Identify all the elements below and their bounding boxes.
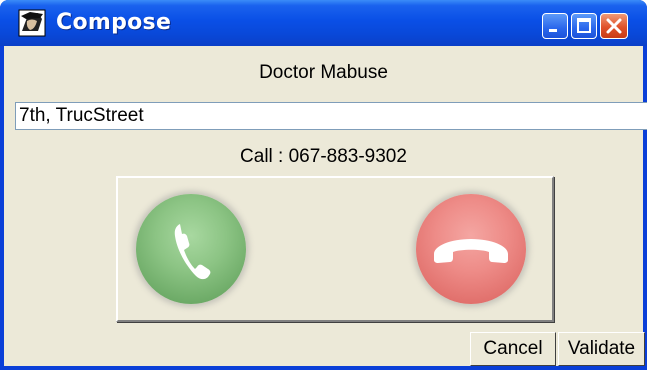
compose-client-area: Doctor Mabuse Call : 067-883-9302 Cancel…	[4, 46, 647, 366]
minimize-icon	[549, 29, 557, 32]
close-button[interactable]	[600, 13, 628, 39]
phone-hangup-icon	[434, 239, 508, 263]
call-button-panel	[116, 176, 554, 322]
contact-name: Doctor Mabuse	[259, 62, 388, 83]
user-face-icon	[18, 9, 46, 37]
maximize-button[interactable]	[571, 13, 597, 39]
address-field[interactable]	[15, 102, 647, 130]
minimize-button[interactable]	[542, 13, 568, 39]
validate-button[interactable]: Validate	[558, 332, 645, 366]
compose-window: Compose Doctor Mabuse Call : 067-883-930…	[0, 0, 647, 370]
window-title: Compose	[56, 10, 172, 35]
close-icon	[606, 18, 622, 34]
cancel-button[interactable]: Cancel	[470, 332, 556, 366]
call-number-label: Call : 067-883-9302	[240, 146, 407, 167]
maximize-icon	[577, 18, 591, 33]
hangup-call-button[interactable]	[416, 194, 526, 304]
title-bar[interactable]: Compose	[0, 0, 647, 46]
accept-call-button[interactable]	[136, 194, 246, 304]
phone-accept-icon	[174, 224, 211, 280]
